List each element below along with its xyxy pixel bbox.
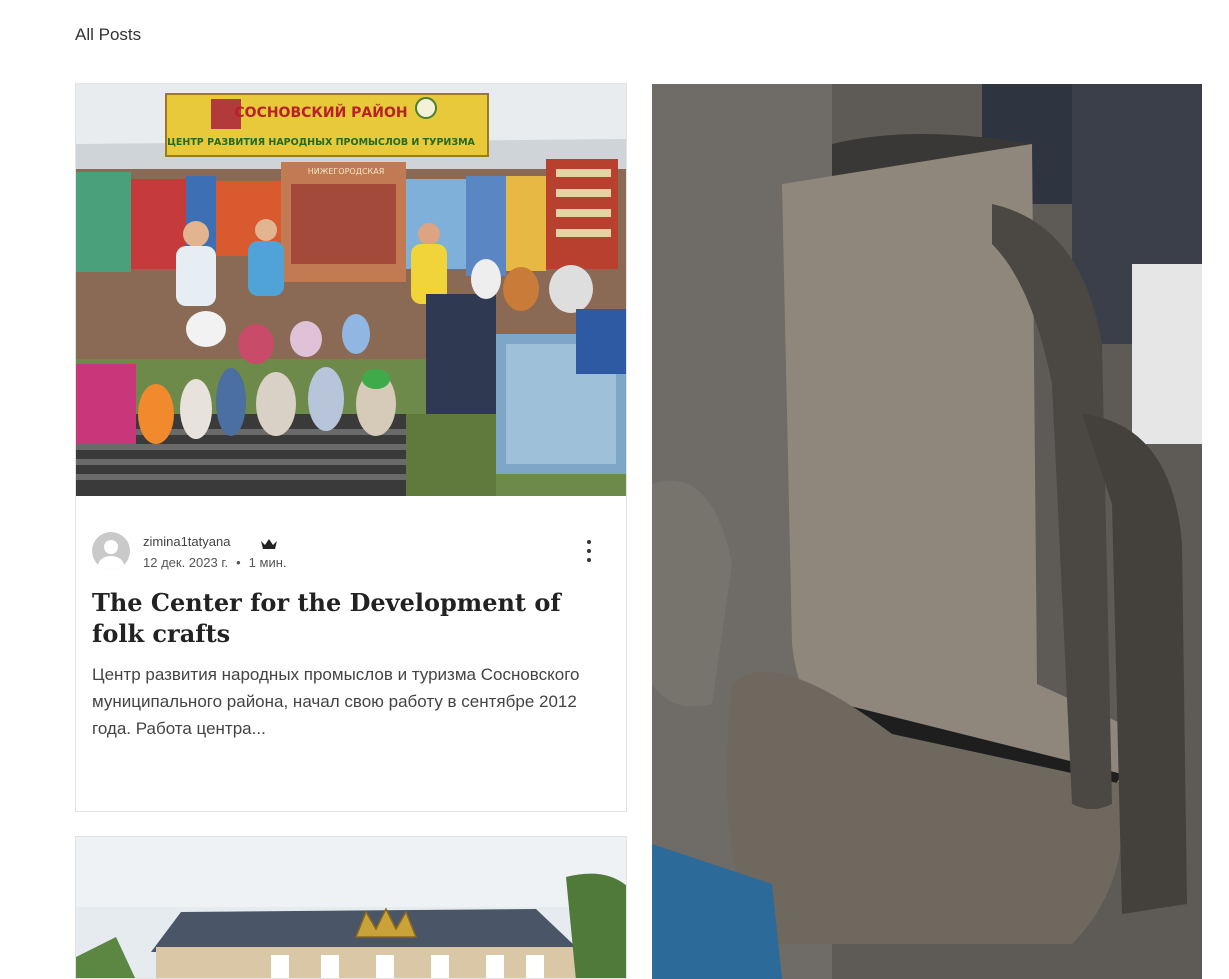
craft-fair-photo: СОСНОВСКИЙ РАЙОН ЦЕНТР РАЗВИТИЯ НАРОДНЫХ… <box>76 84 626 496</box>
post-title[interactable]: The Center for the Development of folk c… <box>92 587 592 649</box>
post-date: 12 дек. 2023 г. <box>143 555 229 570</box>
post-card[interactable]: СОСНОВСКИЙ РАЙОН ЦЕНТР РАЗВИТИЯ НАРОДНЫХ… <box>75 83 627 812</box>
post-excerpt: Центр развития народных промыслов и тури… <box>92 665 580 738</box>
banner-line1: СОСНОВСКИЙ РАЙОН <box>234 104 407 121</box>
post-dateline: 12 дек. 2023 г. • 1 мин. <box>143 555 287 570</box>
crown-icon <box>260 535 278 554</box>
building-photo <box>76 837 626 978</box>
post-card[interactable] <box>75 836 627 979</box>
post-card[interactable] <box>652 84 1202 979</box>
banner-line2: ЦЕНТР РАЗВИТИЯ НАРОДНЫХ ПРОМЫСЛОВ И ТУРИ… <box>167 137 475 148</box>
user-avatar-icon[interactable] <box>92 532 130 570</box>
post-cover-image[interactable] <box>76 837 626 978</box>
post-cover-image[interactable] <box>652 84 1202 979</box>
felt-boots-photo <box>652 84 1202 979</box>
separator-dot: • <box>236 555 241 570</box>
more-vertical-icon[interactable] <box>580 540 598 562</box>
all-posts-link[interactable]: All Posts <box>75 25 141 45</box>
read-time: 1 мин. <box>248 555 287 570</box>
post-meta: zimina1tatyana 12 дек. 2023 г. • 1 мин. <box>92 530 612 574</box>
post-cover-image[interactable]: СОСНОВСКИЙ РАЙОН ЦЕНТР РАЗВИТИЯ НАРОДНЫХ… <box>76 84 626 496</box>
sign-text: НИЖЕГОРОДСКАЯ <box>308 167 385 176</box>
author-name[interactable]: zimina1tatyana <box>143 534 230 549</box>
